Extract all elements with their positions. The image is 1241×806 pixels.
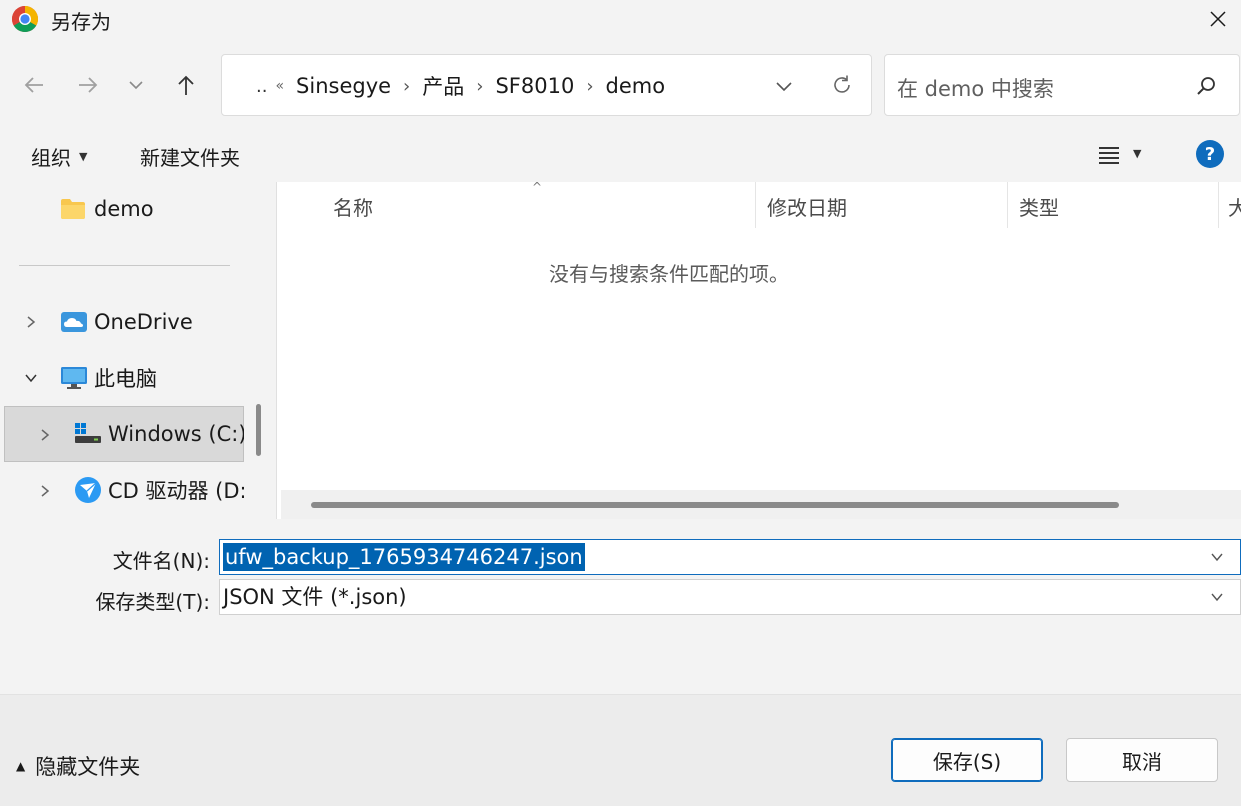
tree-divider: [19, 265, 230, 266]
sort-ascending-icon: ^: [532, 180, 543, 194]
horizontal-scroll-thumb[interactable]: [311, 502, 1119, 508]
navigation-pane: demo OneDrive 此电脑 Windows (C:) CD 驱动器 (D…: [0, 182, 272, 519]
search-icon[interactable]: [1195, 75, 1217, 97]
dialog-footer: ▲ 隐藏文件夹 保存(S) 取消: [0, 694, 1241, 806]
help-icon: ?: [1204, 143, 1216, 165]
chevron-right-icon: [41, 429, 50, 441]
recent-locations-button[interactable]: [122, 67, 150, 103]
address-history-dropdown[interactable]: [770, 72, 798, 100]
tree-item-this-pc[interactable]: 此电脑: [60, 351, 157, 405]
chevron-down-icon: [1211, 593, 1223, 602]
breadcrumb: .. « Sinsegye › 产品 › SF8010 › demo: [256, 71, 665, 101]
filetype-dropdown[interactable]: [1208, 588, 1226, 606]
collapse-chevron-this-pc[interactable]: [21, 368, 41, 388]
close-icon: [1210, 11, 1226, 27]
forward-button[interactable]: [74, 67, 102, 103]
monitor-icon: [61, 367, 87, 389]
title-bar: 另存为: [0, 0, 1241, 38]
tree-item-windows-drive[interactable]: Windows (C:): [74, 407, 247, 461]
caret-down-icon: ▼: [79, 150, 88, 163]
windows-drive-icon: [75, 423, 101, 443]
chevron-down-icon: [25, 374, 37, 383]
tree-item-label: OneDrive: [94, 310, 193, 334]
navigation-pane-scroll-thumb[interactable]: [256, 404, 261, 456]
organize-menu-button[interactable]: 组织 ▼: [31, 142, 87, 171]
command-bar: 组织 ▼ 新建文件夹 ▼ ?: [0, 128, 1241, 182]
search-box[interactable]: 在 demo 中搜索: [884, 54, 1240, 116]
arrow-up-icon: [178, 75, 194, 95]
breadcrumb-overflow[interactable]: ..: [256, 76, 267, 97]
arrow-left-icon: [24, 77, 43, 93]
breadcrumb-overflow-chevron[interactable]: «: [275, 78, 284, 94]
view-dropdown-caret-icon[interactable]: ▼: [1133, 147, 1141, 160]
tree-item-label: Windows (C:): [108, 422, 247, 446]
filename-value[interactable]: ufw_backup_1765934746247.json: [223, 543, 585, 571]
chevron-right-icon: [41, 485, 50, 497]
refresh-icon: [834, 75, 850, 93]
filetype-value: JSON 文件 (*.json): [223, 585, 407, 609]
chevron-down-icon: [1211, 553, 1223, 562]
column-divider[interactable]: [1218, 182, 1219, 228]
tree-item-cd-drive[interactable]: CD 驱动器 (D:): [74, 463, 255, 517]
filename-input[interactable]: ufw_backup_1765934746247.json: [219, 539, 1241, 575]
tree-item-label: demo: [94, 197, 154, 221]
tree-item-onedrive[interactable]: OneDrive: [60, 295, 193, 349]
expand-chevron-windows-drive[interactable]: [35, 425, 55, 445]
navigation-pane-scrollbar[interactable]: [244, 182, 272, 519]
folder-icon: [61, 199, 85, 219]
caret-up-icon: ▲: [16, 759, 26, 773]
organize-label: 组织: [31, 146, 71, 170]
tree-item-label: 此电脑: [94, 367, 157, 391]
breadcrumb-separator[interactable]: ›: [586, 76, 593, 97]
help-button[interactable]: ?: [1196, 140, 1224, 168]
filename-history-dropdown[interactable]: [1208, 548, 1226, 566]
back-button[interactable]: [20, 67, 48, 103]
column-header-size[interactable]: 大: [1228, 192, 1241, 221]
file-list-pane: ^ 名称 修改日期 类型 大 没有与搜索条件匹配的项。: [276, 180, 1241, 519]
column-divider[interactable]: [755, 182, 756, 228]
search-placeholder[interactable]: 在 demo 中搜索: [897, 73, 1054, 103]
cancel-button[interactable]: 取消: [1066, 738, 1218, 782]
save-form: 文件名(N): ufw_backup_1765934746247.json 保存…: [0, 519, 1241, 694]
list-view-icon: [1099, 147, 1119, 164]
cd-drive-icon: [75, 477, 101, 503]
breadcrumb-item-product[interactable]: 产品: [422, 71, 464, 101]
window-title: 另存为: [51, 10, 111, 34]
tree-item-demo[interactable]: demo: [60, 182, 154, 236]
arrow-right-icon: [79, 77, 98, 93]
tree-item-label: CD 驱动器 (D:): [108, 479, 255, 503]
filename-label: 文件名(N):: [112, 549, 210, 573]
breadcrumb-item-sf8010[interactable]: SF8010: [495, 74, 574, 98]
hide-folders-toggle[interactable]: ▲ 隐藏文件夹: [16, 751, 140, 781]
new-folder-button[interactable]: 新建文件夹: [140, 142, 240, 171]
hide-folders-label: 隐藏文件夹: [35, 755, 141, 779]
chevron-right-icon: [27, 316, 36, 328]
filetype-select[interactable]: JSON 文件 (*.json): [219, 579, 1241, 615]
chevron-down-icon: [129, 81, 143, 90]
filetype-label: 保存类型(T):: [95, 590, 210, 614]
chrome-icon: [11, 6, 39, 33]
view-options-button[interactable]: [1094, 140, 1124, 170]
breadcrumb-item-sinsegye[interactable]: Sinsegye: [296, 74, 391, 98]
expand-chevron-cd-drive[interactable]: [35, 481, 55, 501]
breadcrumb-separator[interactable]: ›: [403, 76, 410, 97]
expand-chevron-onedrive[interactable]: [21, 312, 41, 332]
column-divider[interactable]: [1007, 182, 1008, 228]
column-header-type[interactable]: 类型: [1019, 192, 1059, 221]
address-bar[interactable]: .. « Sinsegye › 产品 › SF8010 › demo: [221, 54, 872, 116]
breadcrumb-item-demo[interactable]: demo: [606, 74, 666, 98]
column-header-name[interactable]: 名称: [333, 192, 373, 221]
save-button[interactable]: 保存(S): [891, 738, 1043, 782]
column-header-date-modified[interactable]: 修改日期: [767, 192, 847, 221]
close-button[interactable]: [1195, 0, 1241, 38]
chevron-down-icon: [776, 82, 792, 92]
onedrive-cloud-icon: [61, 312, 87, 332]
refresh-button[interactable]: [828, 70, 856, 100]
up-button[interactable]: [172, 67, 200, 103]
empty-results-message: 没有与搜索条件匹配的项。: [549, 262, 789, 286]
breadcrumb-separator[interactable]: ›: [476, 76, 483, 97]
